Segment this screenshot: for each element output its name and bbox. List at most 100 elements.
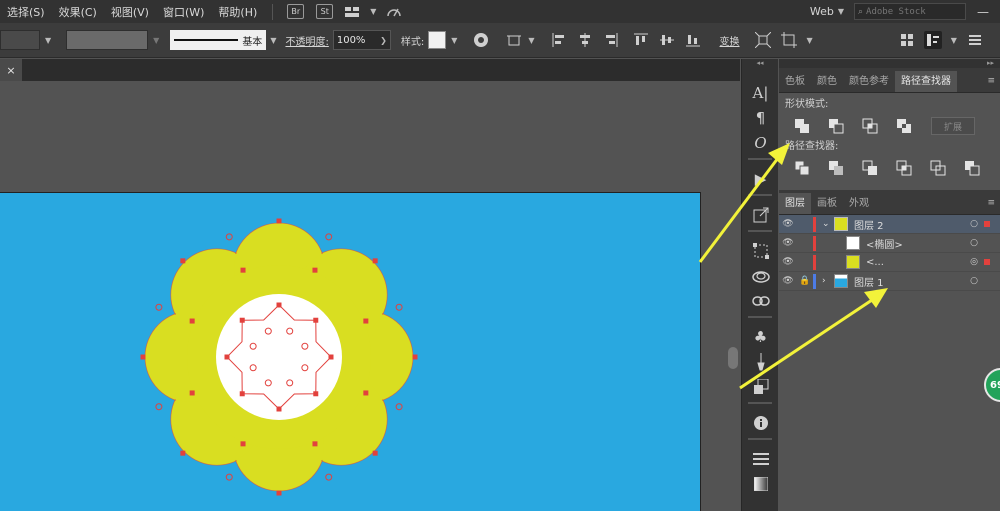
anchor-point[interactable] xyxy=(189,318,195,324)
target-icon[interactable]: ○ xyxy=(970,219,978,229)
tab-color-guide[interactable]: 颜色参考 xyxy=(843,71,895,92)
stock-search-input[interactable] xyxy=(866,6,955,17)
anchor-point[interactable] xyxy=(239,317,245,323)
anchor-point[interactable] xyxy=(276,218,282,224)
collapse-arrows-icon[interactable]: ◂◂ xyxy=(742,59,778,68)
crop-icon[interactable] xyxy=(887,158,921,178)
anchor-point[interactable] xyxy=(312,441,318,447)
transform-link[interactable]: 变换 xyxy=(720,33,740,48)
control-handle[interactable] xyxy=(225,233,233,241)
tab-layers[interactable]: 图层 xyxy=(779,193,811,214)
chevron-down-icon[interactable]: ▼ xyxy=(951,36,957,45)
target-icon[interactable]: ◎ xyxy=(970,257,978,267)
eye-icon[interactable]: 👁 xyxy=(779,219,797,229)
stock-button[interactable]: St xyxy=(316,4,334,19)
control-handle[interactable] xyxy=(395,303,403,311)
transform-icon[interactable] xyxy=(742,238,779,263)
panel-menu-icon[interactable]: ≡ xyxy=(987,193,1000,214)
anchor-point[interactable] xyxy=(363,318,369,324)
minus-back-icon[interactable] xyxy=(955,158,989,178)
anchor-point[interactable] xyxy=(140,354,146,360)
anchor-point[interactable] xyxy=(363,390,369,396)
chevron-right-icon[interactable]: › xyxy=(822,276,834,286)
panel-menu-icon[interactable] xyxy=(923,31,942,49)
anchor-point[interactable] xyxy=(276,406,282,412)
chevron-down-icon[interactable]: ⌄ xyxy=(822,219,834,229)
menu-window[interactable]: 窗口(W) xyxy=(156,4,211,20)
layer-name[interactable]: 图层 2 xyxy=(854,217,884,232)
gpu-performance-icon[interactable] xyxy=(385,3,403,21)
chevron-down-icon[interactable]: ▼ xyxy=(270,36,276,45)
layer-row-layer2[interactable]: 👁 ⌄ 图层 2 ○ xyxy=(779,215,1000,234)
expand-button[interactable]: 扩展 xyxy=(931,117,975,135)
control-handle[interactable] xyxy=(155,303,163,311)
graphic-style-swatch[interactable] xyxy=(428,31,447,49)
chevron-down-icon[interactable]: ▼ xyxy=(838,7,844,16)
layer-name[interactable]: 图层 1 xyxy=(854,274,884,289)
canvas[interactable] xyxy=(0,81,740,511)
anchor-point[interactable] xyxy=(276,302,282,308)
chevron-down-icon[interactable]: ▼ xyxy=(370,7,376,16)
stock-search-field[interactable]: ⌕ xyxy=(854,3,966,20)
anchor-point[interactable] xyxy=(313,317,319,323)
target-icon[interactable]: ○ xyxy=(970,276,978,286)
stroke-profile-select[interactable]: 基本 xyxy=(170,30,267,50)
menu-effect[interactable]: 效果(C) xyxy=(52,4,104,20)
close-icon[interactable]: × xyxy=(0,59,22,81)
chevron-down-icon[interactable]: ▼ xyxy=(45,36,51,45)
scrollbar-thumb[interactable] xyxy=(728,347,738,369)
anchor-point[interactable] xyxy=(328,354,334,360)
recolor-artwork-icon[interactable] xyxy=(472,31,490,49)
info-icon[interactable] xyxy=(742,410,779,435)
collapse-arrows-icon[interactable]: ▸▸ xyxy=(779,59,1000,68)
anchor-point[interactable] xyxy=(313,391,319,397)
export-icon[interactable] xyxy=(742,202,779,227)
control-handle[interactable] xyxy=(155,403,163,411)
layer-row-layer1[interactable]: 👁 🔒 › 图层 1 ○ xyxy=(779,272,1000,291)
anchor-point[interactable] xyxy=(240,267,246,273)
layer-name[interactable]: <椭圆> xyxy=(866,236,903,251)
exclude-icon[interactable] xyxy=(887,116,921,136)
isolate-icon[interactable] xyxy=(754,31,772,49)
align-top-icon[interactable] xyxy=(632,31,650,49)
align-bottom-icon[interactable] xyxy=(684,31,702,49)
anchor-point[interactable] xyxy=(180,258,186,264)
eye-icon[interactable]: 👁 xyxy=(779,276,797,286)
crop-image-icon[interactable] xyxy=(780,31,798,49)
control-handle[interactable] xyxy=(325,473,333,481)
tab-swatches[interactable]: 色板 xyxy=(779,71,811,92)
anchor-point[interactable] xyxy=(239,391,245,397)
tab-appearance[interactable]: 外观 xyxy=(843,193,875,214)
layer-row-ellipse[interactable]: 👁 <椭圆> ○ xyxy=(779,234,1000,253)
selection-indicator[interactable] xyxy=(984,259,990,265)
control-handle[interactable] xyxy=(395,403,403,411)
tab-artboards[interactable]: 画板 xyxy=(811,193,843,214)
minus-front-icon[interactable] xyxy=(819,116,853,136)
opentype-icon[interactable]: O xyxy=(742,130,779,155)
vertical-scrollbar[interactable] xyxy=(725,81,740,511)
stroke-weight-field[interactable] xyxy=(66,30,149,50)
chevron-down-icon[interactable]: ▼ xyxy=(153,36,159,45)
align-middle-icon[interactable] xyxy=(658,31,676,49)
menu-help[interactable]: 帮助(H) xyxy=(211,4,264,20)
links-icon[interactable] xyxy=(742,288,779,313)
anchor-point[interactable] xyxy=(312,267,318,273)
target-icon[interactable]: ○ xyxy=(970,238,978,248)
control-handle[interactable] xyxy=(225,473,233,481)
flower-artwork[interactable] xyxy=(0,193,701,511)
chevron-down-icon[interactable]: ▼ xyxy=(807,36,813,45)
menu-view[interactable]: 视图(V) xyxy=(104,4,156,20)
arrange-documents-icon[interactable] xyxy=(343,3,361,21)
eye-icon[interactable]: 👁 xyxy=(779,257,797,267)
chevron-down-icon[interactable]: ▼ xyxy=(528,36,534,45)
grid-arrange-icon[interactable] xyxy=(898,31,916,49)
selection-indicator[interactable] xyxy=(984,221,990,227)
flower-center[interactable] xyxy=(216,294,342,420)
divide-icon[interactable] xyxy=(785,158,819,178)
merge-icon[interactable] xyxy=(853,158,887,178)
artboard[interactable] xyxy=(0,192,701,511)
transform-each-icon[interactable] xyxy=(506,31,524,49)
flower-shape[interactable] xyxy=(140,218,418,496)
anchor-point[interactable] xyxy=(240,441,246,447)
play-icon[interactable]: ▶ xyxy=(742,166,779,191)
